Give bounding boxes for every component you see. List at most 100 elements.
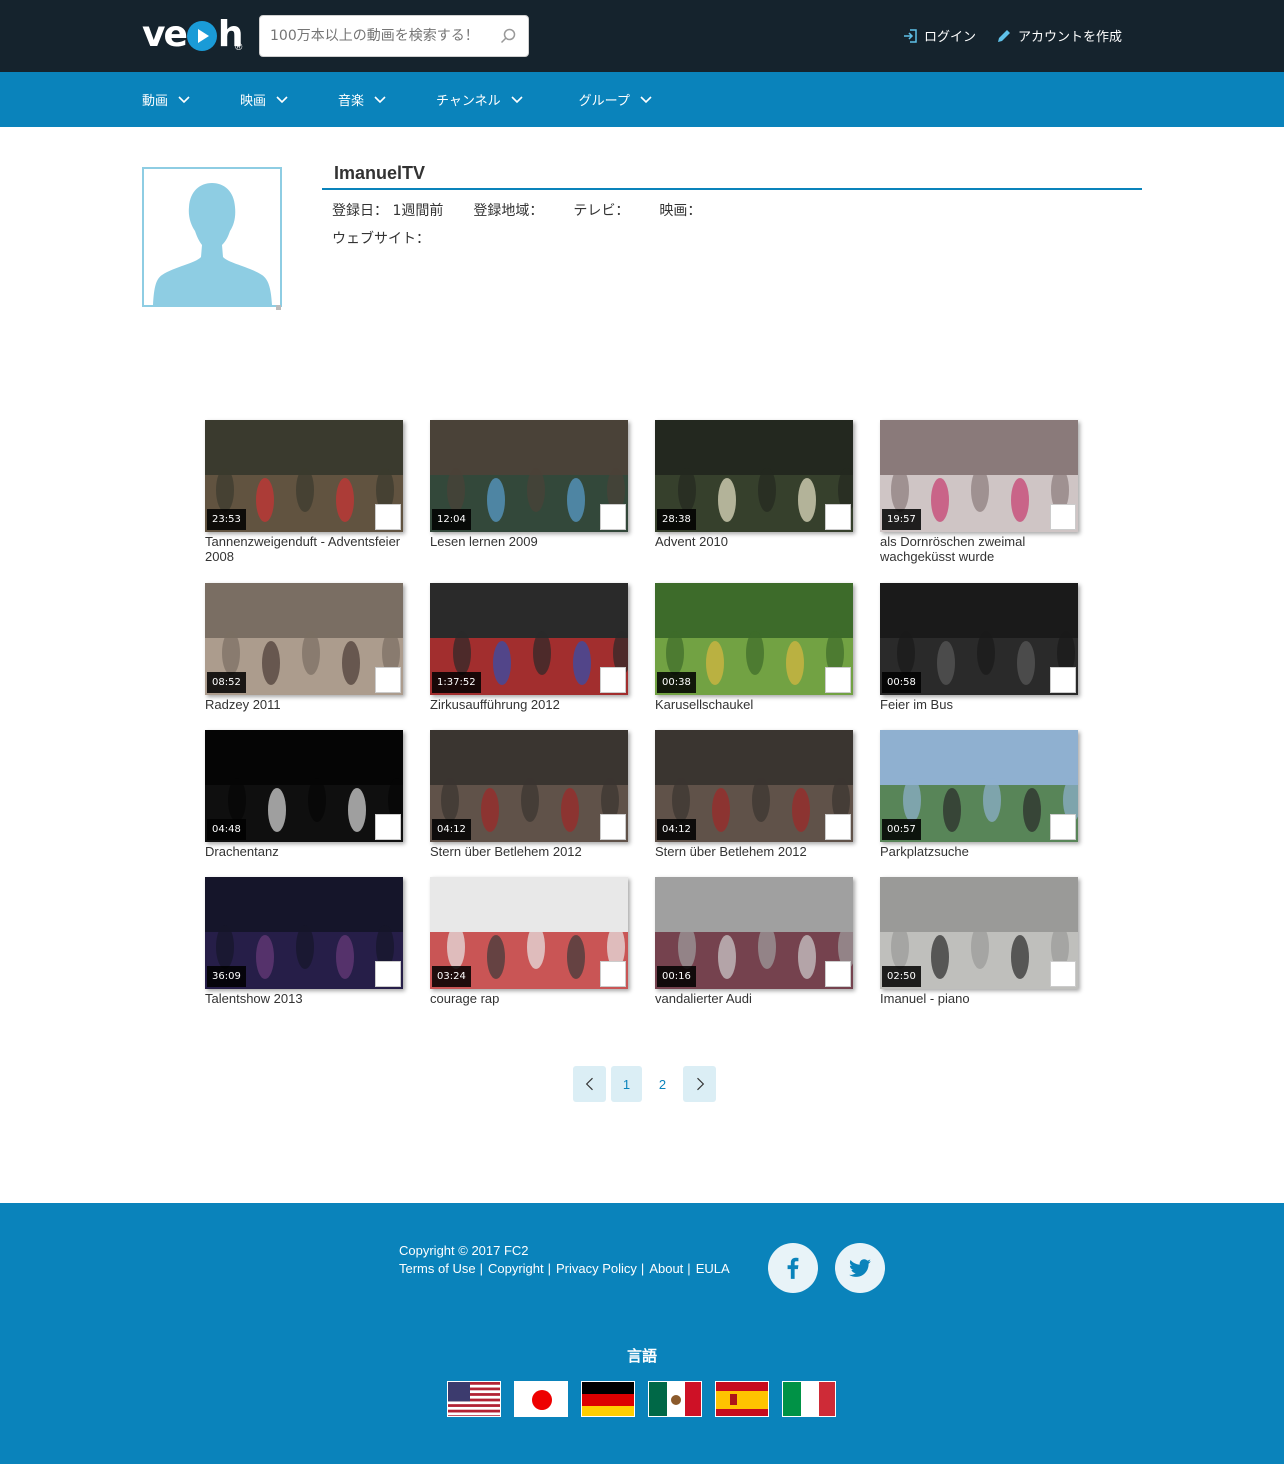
video-thumbnail[interactable]: 36:09 bbox=[205, 877, 403, 989]
flag-mx[interactable] bbox=[648, 1381, 702, 1417]
search-input[interactable] bbox=[260, 16, 485, 56]
add-to-list-button[interactable] bbox=[375, 961, 401, 987]
nav-item-videos[interactable]: 動画 bbox=[142, 90, 190, 109]
video-thumbnail[interactable]: 23:53 bbox=[205, 420, 403, 532]
flag-es[interactable] bbox=[715, 1381, 769, 1417]
chevron-down-icon bbox=[640, 95, 652, 103]
video-title[interactable]: vandalierter Audi bbox=[655, 991, 853, 1006]
video-card[interactable]: 12:04 Lesen lernen 2009 bbox=[430, 420, 628, 583]
video-card[interactable]: 28:38 Advent 2010 bbox=[655, 420, 853, 583]
video-thumbnail[interactable]: 03:24 bbox=[430, 877, 628, 989]
next-page-button[interactable] bbox=[683, 1066, 716, 1102]
video-thumbnail[interactable]: 1:37:52 bbox=[430, 583, 628, 695]
flag-it[interactable] bbox=[782, 1381, 836, 1417]
account-links: ログイン アカウントを作成 bbox=[902, 26, 1122, 45]
video-card[interactable]: 04:48 Drachentanz bbox=[205, 730, 403, 877]
eula-link[interactable]: EULA bbox=[696, 1261, 730, 1276]
video-title[interactable]: Drachentanz bbox=[205, 844, 403, 859]
profile-meta: 登録日： 1週間前 登録地域： テレビ： 映画： bbox=[332, 200, 731, 220]
terms-link[interactable]: Terms of Use bbox=[399, 1261, 476, 1276]
video-card[interactable]: 23:53 Tannenzweigenduft - Adventsfeier 20… bbox=[205, 420, 403, 583]
add-to-list-button[interactable] bbox=[600, 667, 626, 693]
video-card[interactable]: 08:52 Radzey 2011 bbox=[205, 583, 403, 730]
nav-item-movies[interactable]: 映画 bbox=[240, 90, 288, 109]
copyright-link[interactable]: Copyright bbox=[488, 1261, 544, 1276]
video-card[interactable]: 00:58 Feier im Bus bbox=[880, 583, 1078, 730]
add-to-list-button[interactable] bbox=[825, 961, 851, 987]
prev-page-button[interactable] bbox=[573, 1066, 606, 1102]
video-title[interactable]: als Dornröschen zweimal wachgeküsst wurd… bbox=[880, 534, 1078, 564]
video-thumbnail[interactable]: 04:12 bbox=[655, 730, 853, 842]
chevron-down-icon bbox=[374, 95, 386, 103]
flag-de[interactable] bbox=[581, 1381, 635, 1417]
add-to-list-button[interactable] bbox=[600, 504, 626, 530]
video-duration: 28:38 bbox=[657, 509, 696, 530]
video-card[interactable]: 00:38 Karusellschaukel bbox=[655, 583, 853, 730]
video-card[interactable]: 00:57 Parkplatzsuche bbox=[880, 730, 1078, 877]
video-title[interactable]: Zirkusaufführung 2012 bbox=[430, 697, 628, 712]
video-thumbnail[interactable]: 00:16 bbox=[655, 877, 853, 989]
add-to-list-button[interactable] bbox=[825, 814, 851, 840]
page-2[interactable]: 2 bbox=[647, 1066, 678, 1102]
video-card[interactable]: 36:09 Talentshow 2013 bbox=[205, 877, 403, 1024]
flag-us[interactable] bbox=[447, 1381, 501, 1417]
add-to-list-button[interactable] bbox=[1050, 667, 1076, 693]
video-thumbnail[interactable]: 04:48 bbox=[205, 730, 403, 842]
video-title[interactable]: Parkplatzsuche bbox=[880, 844, 1078, 859]
video-title[interactable]: Feier im Bus bbox=[880, 697, 1078, 712]
video-title[interactable]: Radzey 2011 bbox=[205, 697, 403, 712]
video-thumbnail[interactable]: 02:50 bbox=[880, 877, 1078, 989]
video-title[interactable]: Lesen lernen 2009 bbox=[430, 534, 628, 549]
video-thumbnail[interactable]: 12:04 bbox=[430, 420, 628, 532]
video-card[interactable]: 04:12 Stern über Betlehem 2012 bbox=[655, 730, 853, 877]
video-card[interactable]: 00:16 vandalierter Audi bbox=[655, 877, 853, 1024]
flag-jp[interactable] bbox=[514, 1381, 568, 1417]
login-link[interactable]: ログイン bbox=[902, 26, 976, 45]
video-card[interactable]: 1:37:52 Zirkusaufführung 2012 bbox=[430, 583, 628, 730]
search-icon[interactable] bbox=[500, 28, 516, 44]
video-thumbnail[interactable]: 00:57 bbox=[880, 730, 1078, 842]
video-thumbnail[interactable]: 28:38 bbox=[655, 420, 853, 532]
video-card[interactable]: 19:57 als Dornröschen zweimal wachgeküsst… bbox=[880, 420, 1078, 583]
add-to-list-button[interactable] bbox=[600, 961, 626, 987]
video-card[interactable]: 02:50 Imanuel - piano bbox=[880, 877, 1078, 1024]
video-title[interactable]: Imanuel - piano bbox=[880, 991, 1078, 1006]
video-thumbnail[interactable]: 04:12 bbox=[430, 730, 628, 842]
add-to-list-button[interactable] bbox=[825, 667, 851, 693]
privacy-link[interactable]: Privacy Policy bbox=[556, 1261, 637, 1276]
video-title[interactable]: Talentshow 2013 bbox=[205, 991, 403, 1006]
twitter-button[interactable] bbox=[835, 1243, 885, 1293]
video-title[interactable]: Stern über Betlehem 2012 bbox=[430, 844, 628, 859]
profile-section: ImanuelTV 登録日： 1週間前 登録地域： テレビ： 映画： ウェブサイ… bbox=[0, 127, 1284, 417]
nav-item-channels[interactable]: チャンネル bbox=[436, 90, 523, 109]
add-to-list-button[interactable] bbox=[1050, 961, 1076, 987]
video-title[interactable]: courage rap bbox=[430, 991, 628, 1006]
add-to-list-button[interactable] bbox=[1050, 814, 1076, 840]
add-to-list-button[interactable] bbox=[825, 504, 851, 530]
video-title[interactable]: Tannenzweigenduft - Adventsfeier 2008 bbox=[205, 534, 403, 564]
nav-item-music[interactable]: 音楽 bbox=[338, 90, 386, 109]
nav-item-groups[interactable]: グループ bbox=[579, 90, 652, 109]
facebook-button[interactable] bbox=[768, 1243, 818, 1293]
add-to-list-button[interactable] bbox=[375, 814, 401, 840]
video-duration: 00:16 bbox=[657, 966, 696, 987]
jp-flag-icon bbox=[515, 1382, 567, 1416]
video-title[interactable]: Stern über Betlehem 2012 bbox=[655, 844, 853, 859]
video-card[interactable]: 03:24 courage rap bbox=[430, 877, 628, 1024]
add-to-list-button[interactable] bbox=[600, 814, 626, 840]
add-to-list-button[interactable] bbox=[375, 667, 401, 693]
video-thumbnail[interactable]: 08:52 bbox=[205, 583, 403, 695]
chevron-down-icon bbox=[511, 95, 523, 103]
video-thumbnail[interactable]: 00:38 bbox=[655, 583, 853, 695]
video-card[interactable]: 04:12 Stern über Betlehem 2012 bbox=[430, 730, 628, 877]
video-title[interactable]: Karusellschaukel bbox=[655, 697, 853, 712]
signup-link[interactable]: アカウントを作成 bbox=[996, 26, 1122, 45]
video-title[interactable]: Advent 2010 bbox=[655, 534, 853, 549]
add-to-list-button[interactable] bbox=[375, 504, 401, 530]
page-1[interactable]: 1 bbox=[611, 1066, 642, 1102]
video-thumbnail[interactable]: 19:57 bbox=[880, 420, 1078, 532]
about-link[interactable]: About bbox=[649, 1261, 683, 1276]
video-thumbnail[interactable]: 00:58 bbox=[880, 583, 1078, 695]
add-to-list-button[interactable] bbox=[1050, 504, 1076, 530]
veoh-logo[interactable]: ve h ® bbox=[142, 14, 244, 55]
